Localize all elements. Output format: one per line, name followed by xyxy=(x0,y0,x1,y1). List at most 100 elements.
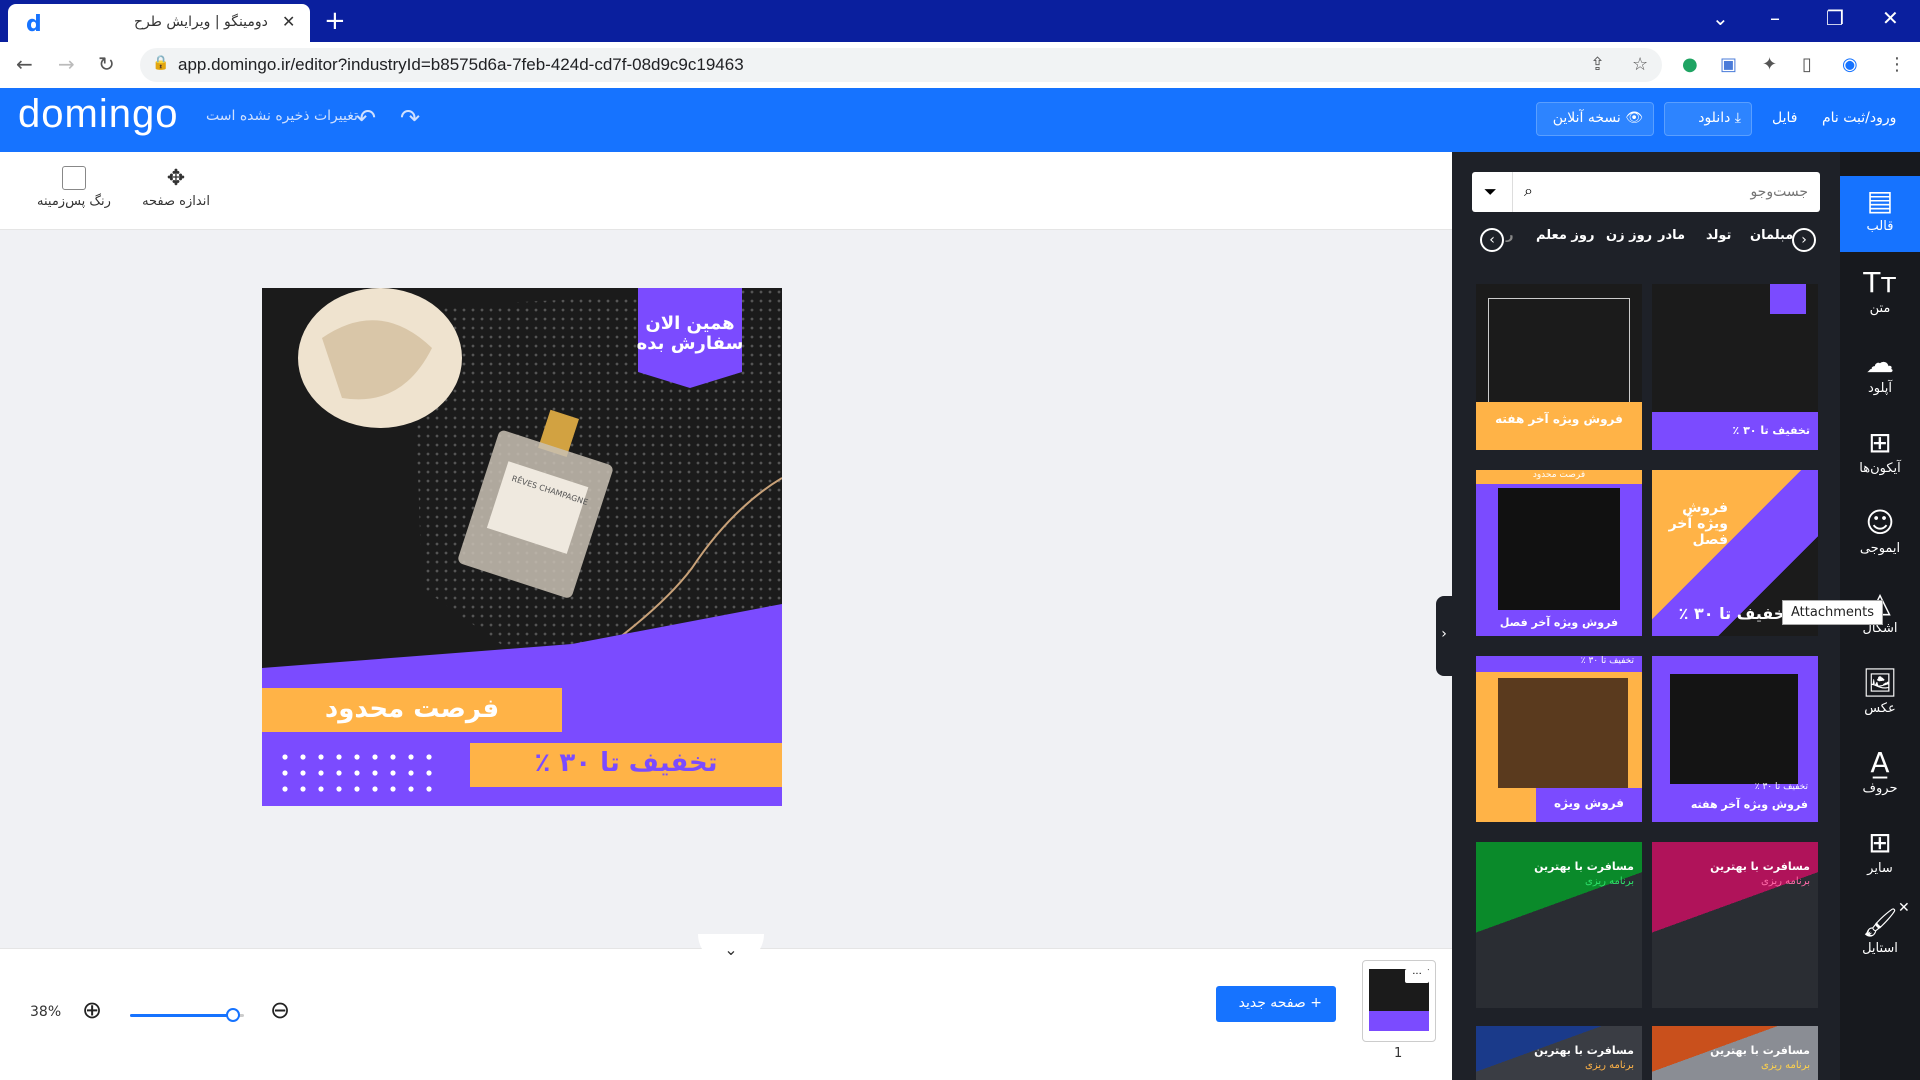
chips-scroll-left-icon[interactable]: ‹ xyxy=(1480,228,1504,252)
photo-icon: 🖼 xyxy=(1862,666,1898,699)
extensions-icon[interactable]: ✦ xyxy=(1762,54,1777,75)
close-window-icon[interactable]: ✕ xyxy=(1882,6,1899,30)
chip-womens-day[interactable]: روز زن xyxy=(1606,228,1652,243)
filter-icon[interactable]: ⏷ xyxy=(1484,182,1497,202)
text-icon: Tт xyxy=(1863,266,1897,299)
chip-partial[interactable]: ر xyxy=(1506,228,1513,243)
template-badge xyxy=(1770,284,1806,314)
chrome-menu-icon[interactable]: ⋮ xyxy=(1888,54,1906,75)
template-photo xyxy=(1498,488,1620,610)
emoji-icon: ☺ xyxy=(1865,506,1895,539)
address-bar[interactable]: 🔒 app.domingo.ir/editor?industryId=b8575… xyxy=(140,48,1662,82)
template-thumbnail[interactable]: مسافرت با بهترین برنامه ریزی xyxy=(1476,1026,1642,1080)
forward-icon[interactable]: → xyxy=(58,52,75,76)
chip-teachers-day[interactable]: روز معلم xyxy=(1536,228,1594,243)
file-menu[interactable]: فایل xyxy=(1772,110,1797,126)
template-caption: فروش ویژه آخر فصل xyxy=(1499,616,1619,629)
download-button[interactable]: ⤓ دانلود xyxy=(1664,102,1752,136)
template-thumbnail[interactable]: مسافرت با بهترین برنامه ریزی xyxy=(1652,842,1818,1008)
page-menu-icon[interactable]: ··· xyxy=(1405,969,1429,983)
rail-emoji[interactable]: ☺ ایموجی xyxy=(1840,498,1920,574)
template-thumbnail[interactable]: فرصت محدود فروش ویژه آخر فصل xyxy=(1476,470,1642,636)
template-top-text: تخفیف تا ۳۰ ٪ xyxy=(1476,656,1642,672)
domingo-logo[interactable]: domingo xyxy=(18,92,178,137)
add-page-label: صفحه جدید xyxy=(1238,995,1306,1011)
side-panel-icon[interactable]: ▯ xyxy=(1802,54,1812,75)
template-frame xyxy=(1488,298,1630,406)
resize-icon: ✥ xyxy=(166,166,186,191)
editor-toolbar xyxy=(0,152,1452,230)
thumbnail-purple-band xyxy=(1369,1011,1429,1031)
rail-more[interactable]: ⊞ سایر xyxy=(1840,818,1920,894)
zoom-slider-handle[interactable] xyxy=(225,1008,240,1022)
template-top-text: فروش ویژه آخر فصل xyxy=(1668,500,1728,548)
zoom-slider[interactable] xyxy=(130,1008,244,1022)
template-caption: مسافرت با بهترین xyxy=(1534,860,1634,873)
profile-avatar[interactable]: ◉ xyxy=(1842,54,1858,75)
badge-line-1: همین الان xyxy=(645,313,735,334)
reload-icon[interactable]: ↻ xyxy=(98,52,115,76)
icons-icon: ⊞ xyxy=(1868,426,1892,459)
template-top-text: برنامه ریزی xyxy=(1585,1060,1634,1071)
rail-letters[interactable]: A̲ حروف xyxy=(1840,738,1920,814)
undo-icon[interactable]: ↶ xyxy=(356,104,376,132)
browser-tab[interactable]: d دومینگو | ویرایش طرح ✕ xyxy=(8,4,310,42)
url-text: app.domingo.ir/editor?industryId=b8575d6… xyxy=(178,55,744,74)
login-link[interactable]: ورود/ثبت نام xyxy=(1822,110,1896,126)
close-rail-icon[interactable]: ✕ xyxy=(1898,900,1910,916)
new-tab-icon[interactable]: + xyxy=(324,6,346,36)
background-color-tool[interactable]: رنگ پس‌زمینه xyxy=(34,166,114,209)
template-caption: مسافرت با بهترین xyxy=(1710,1044,1810,1057)
translate-extension-icon[interactable]: ▣ xyxy=(1720,54,1737,75)
template-thumbnail[interactable]: تخفیف تا ۳۰ ٪ xyxy=(1652,284,1818,450)
search-input[interactable] xyxy=(1548,178,1808,206)
design-page[interactable]: همین الان سفارش بده فرصت محدود تخفیف تا … xyxy=(262,288,782,806)
template-thumbnail[interactable]: تخفیف تا ۳۰ ٪ فروش ویژه xyxy=(1476,656,1642,822)
add-page-button[interactable]: + صفحه جدید xyxy=(1216,986,1336,1022)
page-thumbnail[interactable]: ··· xyxy=(1362,960,1436,1042)
template-thumbnail[interactable]: مسافرت با بهترین برنامه ریزی xyxy=(1476,842,1642,1008)
minimize-icon[interactable]: – xyxy=(1770,6,1780,30)
tab-close-icon[interactable]: ✕ xyxy=(282,12,295,31)
restore-icon[interactable]: ❐ xyxy=(1826,6,1844,30)
more-icon: ⊞ xyxy=(1868,826,1892,859)
attachments-tooltip: Attachments xyxy=(1782,600,1883,625)
page-size-tool[interactable]: ✥ اندازه صفحه xyxy=(136,166,216,209)
template-thumbnail[interactable]: مسافرت با بهترین برنامه ریزی xyxy=(1652,1026,1818,1080)
grammarly-extension-icon[interactable]: ● xyxy=(1682,54,1698,75)
redo-icon[interactable]: ↷ xyxy=(400,104,420,132)
template-caption: فروش ویژه آخر هفته xyxy=(1690,798,1808,811)
zoom-slider-fill xyxy=(130,1014,233,1017)
online-preview-button[interactable]: 👁 نسخه آنلاین xyxy=(1536,102,1654,136)
search-divider xyxy=(1512,172,1513,212)
unsaved-status: تغییرات ذخیره نشده است xyxy=(206,108,358,124)
template-search[interactable]: ⏷ ⌕ xyxy=(1472,172,1820,212)
rail-upload[interactable]: ☁ آپلود xyxy=(1840,338,1920,414)
chip-birthday[interactable]: تولد xyxy=(1706,228,1731,243)
rail-photo[interactable]: 🖼 عکس xyxy=(1840,658,1920,734)
chips-scroll-right-icon[interactable]: › xyxy=(1792,228,1816,252)
order-now-badge: همین الان سفارش بده xyxy=(634,314,746,354)
back-icon[interactable]: ← xyxy=(16,52,33,76)
rail-text[interactable]: Tт متن xyxy=(1840,258,1920,334)
panel-toggle-chevron-icon[interactable]: › xyxy=(1436,596,1452,676)
rail-template[interactable]: ▤ قالب xyxy=(1840,176,1920,252)
template-thumbnail[interactable]: فروش ویژه آخر هفته xyxy=(1476,284,1642,450)
zoom-out-icon[interactable]: ⊖ xyxy=(270,996,290,1024)
template-thumbnail[interactable]: تخفیف تا ۳۰ ٪ فروش ویژه آخر هفته xyxy=(1652,656,1818,822)
zoom-in-icon[interactable]: ⊕ xyxy=(82,996,102,1024)
template-top-text: فرصت محدود xyxy=(1476,470,1642,484)
limited-offer-text: فرصت محدود xyxy=(324,694,500,724)
color-swatch xyxy=(62,166,86,190)
rail-emoji-label: ایموجی xyxy=(1859,541,1901,556)
template-top-text: برنامه ریزی xyxy=(1761,876,1810,887)
template-icon: ▤ xyxy=(1866,184,1894,217)
plus-icon: + xyxy=(1310,995,1322,1011)
bookmark-star-icon[interactable]: ☆ xyxy=(1632,54,1648,75)
share-icon[interactable]: ⇪ xyxy=(1590,54,1605,75)
tab-search-icon[interactable]: ⌄ xyxy=(1712,6,1729,30)
rail-icons[interactable]: ⊞ آیکون‌ها xyxy=(1840,418,1920,494)
chip-furniture[interactable]: مبلمان xyxy=(1750,228,1793,243)
chip-mother[interactable]: مادر xyxy=(1658,228,1685,243)
template-caption: مسافرت با بهترین xyxy=(1710,860,1810,873)
